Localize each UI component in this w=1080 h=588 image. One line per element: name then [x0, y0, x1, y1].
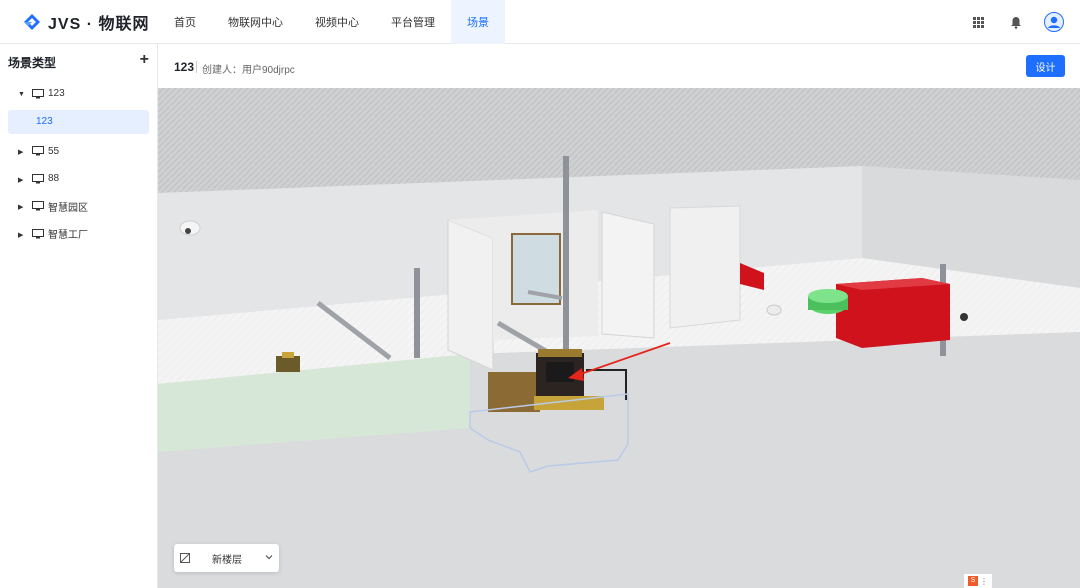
small-machine-top — [282, 352, 294, 358]
top-icons — [968, 0, 1064, 44]
corner-tool-widget[interactable]: S ⋮ — [964, 574, 992, 588]
brand-logo[interactable]: JVS · 物联网 — [22, 10, 149, 34]
tree-item-label: 智慧工厂 — [48, 230, 88, 242]
nav-scene[interactable]: 场景 — [451, 0, 505, 44]
partition-wall — [447, 219, 494, 371]
tree-item-label: 智慧园区 — [48, 202, 88, 214]
caret-right-icon[interactable]: ▶ — [18, 148, 24, 156]
more-icon[interactable]: ⋮ — [980, 577, 988, 586]
design-button[interactable]: 设计 — [1026, 55, 1065, 77]
caret-down-icon[interactable]: ▼ — [18, 91, 25, 98]
caret-right-icon[interactable]: ▶ — [18, 176, 24, 184]
valve-device[interactable] — [960, 313, 968, 321]
tree-child-123[interactable]: 123 — [8, 109, 149, 134]
tree-item-55[interactable]: ▶ 55 — [0, 138, 157, 166]
brand-name: JVS · 物联网 — [48, 16, 150, 33]
caret-right-icon[interactable]: ▶ — [18, 231, 24, 239]
nav-platform-admin[interactable]: 平台管理 — [375, 0, 451, 44]
scene-header: 123 创建人：用户90djrpc 设计 — [158, 44, 1080, 88]
sidebar-title: 场景类型 — [8, 55, 57, 70]
green-tank-top — [808, 289, 848, 303]
partition-wall — [669, 205, 741, 329]
floor-selector-value: 新楼层 — [212, 554, 242, 566]
scene-3d-viewport[interactable]: 新楼层 S ⋮ — [158, 88, 1080, 588]
sensor-device[interactable] — [766, 304, 782, 316]
monitor-icon — [32, 88, 44, 99]
nav-video-center[interactable]: 视频中心 — [299, 0, 375, 44]
monitor-icon — [32, 201, 44, 211]
user-avatar-icon[interactable] — [1044, 12, 1064, 32]
floor-icon — [180, 553, 190, 563]
tree-item-label: 55 — [48, 145, 60, 157]
pipe — [414, 268, 420, 358]
top-bar: JVS · 物联网 首页 物联网中心 视频中心 平台管理 场景 — [0, 0, 1080, 44]
monitor-icon — [32, 228, 44, 239]
scene-type-sidebar: 场景类型 + ▼ 123 123 ▶ 55 ▶ 88 ▶ 智慧园区 ▶ 智慧工厂 — [0, 44, 158, 588]
tree-item-label: 123 — [48, 88, 65, 100]
red-container[interactable] — [836, 278, 950, 348]
small-machine[interactable] — [276, 356, 300, 372]
monitor-icon — [32, 146, 44, 156]
chevron-down-icon[interactable] — [265, 553, 273, 561]
scene-title: 123 — [174, 60, 195, 74]
scene-creator: 创建人：用户90djrpc — [202, 65, 295, 76]
apps-grid-icon[interactable] — [968, 12, 988, 32]
camera-icon[interactable] — [179, 220, 201, 236]
main-nav: 首页 物联网中心 视频中心 平台管理 场景 — [158, 0, 505, 44]
floor-selector[interactable]: 新楼层 — [174, 544, 279, 572]
tree-item-smart-factory[interactable]: ▶ 智慧工厂 — [0, 220, 157, 248]
divider — [196, 61, 197, 73]
tree-item-123[interactable]: ▼ 123 — [0, 80, 157, 108]
monitor-icon — [32, 173, 44, 184]
nav-iot-center[interactable]: 物联网中心 — [212, 0, 299, 44]
caret-right-icon[interactable]: ▶ — [18, 203, 24, 211]
pipe — [563, 156, 569, 380]
tree-item-88[interactable]: ▶ 88 — [0, 165, 157, 193]
bell-icon[interactable] — [1006, 12, 1026, 32]
partition-wall — [601, 211, 655, 339]
nav-home[interactable]: 首页 — [158, 0, 212, 44]
sidebar-header: 场景类型 + — [0, 44, 157, 80]
tree-item-label: 88 — [48, 173, 60, 185]
tree-item-smart-park[interactable]: ▶ 智慧园区 — [0, 193, 157, 221]
plus-icon[interactable]: + — [140, 52, 149, 68]
tool-s-icon[interactable]: S — [968, 576, 978, 586]
scene-render — [158, 88, 1080, 588]
logo-icon — [24, 14, 40, 30]
